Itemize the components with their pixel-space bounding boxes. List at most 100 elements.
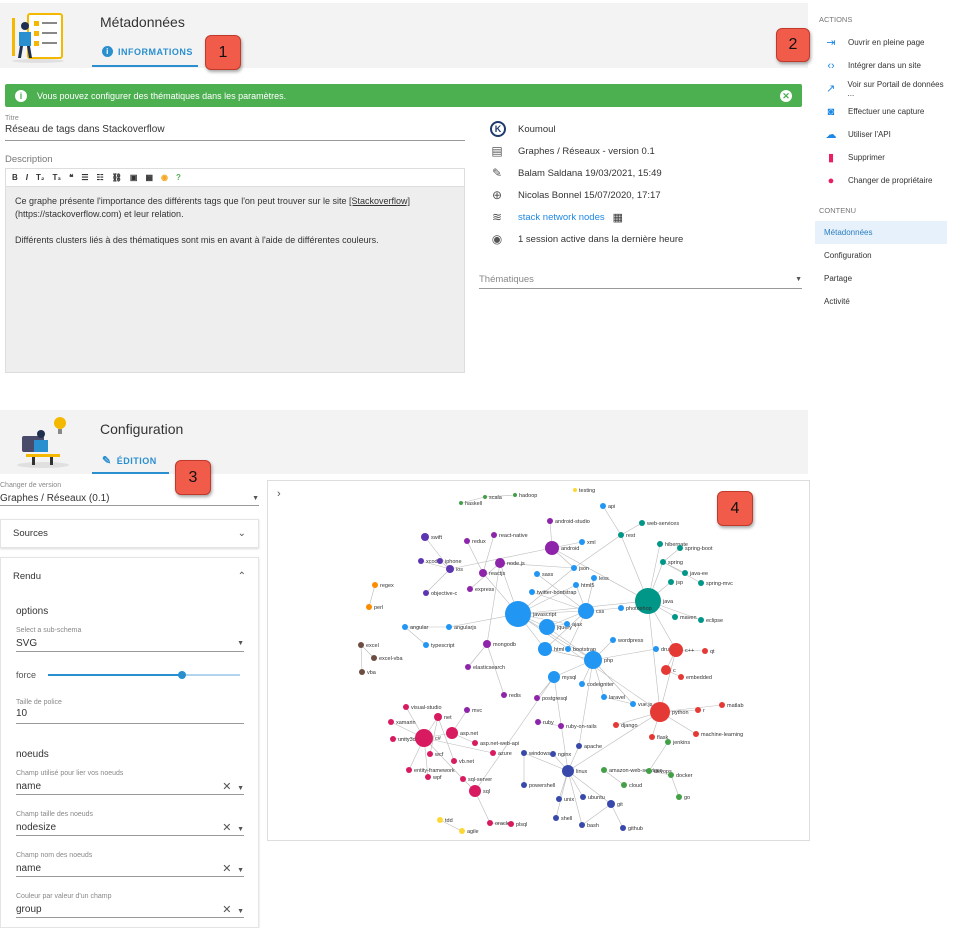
graph-node[interactable]: redux	[464, 538, 486, 545]
graph-node[interactable]: web-services	[639, 520, 679, 527]
graph-node[interactable]: vue.js	[630, 701, 653, 708]
title-input[interactable]: Réseau de tags dans Stackoverflow	[5, 124, 465, 141]
graph-node-circle[interactable]	[553, 815, 559, 821]
graph-node[interactable]: less	[591, 575, 609, 582]
graph-node[interactable]: ajax	[564, 621, 582, 628]
action-0[interactable]: ⇥ Ouvrir en pleine page	[824, 31, 949, 54]
graph-node-circle[interactable]	[406, 767, 412, 773]
graph-node[interactable]: postgresql	[534, 695, 567, 702]
graph-node[interactable]: sass	[534, 571, 554, 578]
action-2[interactable]: ↗ Voir sur Portail de données ...	[824, 77, 949, 100]
tab-informations[interactable]: i INFORMATIONS	[102, 46, 193, 57]
graph-node-circle[interactable]	[427, 751, 433, 757]
graph-node[interactable]: html	[538, 642, 564, 656]
graph-node[interactable]: hadoop	[513, 493, 537, 499]
graph-node[interactable]: twitter-bootstrap	[529, 589, 576, 596]
graph-node-circle[interactable]	[464, 538, 470, 544]
clear-icon[interactable]: ✕	[222, 781, 231, 793]
graph-node-circle[interactable]	[601, 767, 607, 773]
graph-node[interactable]: mvc	[464, 707, 482, 714]
graph-node-circle[interactable]	[359, 669, 365, 675]
graph-node[interactable]: embedded	[678, 674, 712, 681]
graph-node-circle[interactable]	[434, 713, 442, 721]
graph-node-circle[interactable]	[580, 794, 586, 800]
description-editor[interactable]: Ce graphe présente l'importance des diff…	[5, 186, 465, 373]
graph-node-circle[interactable]	[403, 704, 409, 710]
graph-node-circle[interactable]	[490, 750, 496, 756]
clear-icon[interactable]: ✕	[222, 904, 231, 916]
graph-node-circle[interactable]	[487, 820, 493, 826]
graph-node[interactable]: jenkins	[665, 739, 690, 746]
graph-node[interactable]: git	[607, 800, 623, 808]
graph-node[interactable]: laravel	[601, 694, 625, 701]
graph-node-circle[interactable]	[513, 493, 517, 497]
graph-node-circle[interactable]	[547, 518, 553, 524]
graph-node[interactable]: json	[571, 565, 589, 572]
numbered-list-button[interactable]: ☷	[97, 173, 104, 182]
graph-node-circle[interactable]	[665, 739, 671, 745]
graph-node-circle[interactable]	[521, 782, 527, 788]
graph-node[interactable]: mongodb	[483, 640, 516, 648]
graph-node[interactable]: plsql	[508, 821, 527, 828]
graph-node-circle[interactable]	[437, 817, 443, 823]
graph-node[interactable]: apache	[576, 743, 602, 750]
graph-node[interactable]: sql-server	[460, 776, 492, 783]
graph-node-circle[interactable]	[501, 692, 507, 698]
graph-node-circle[interactable]	[464, 707, 470, 713]
graph-node-circle[interactable]	[676, 794, 682, 800]
graph-node[interactable]: tdd	[437, 817, 453, 824]
graph-node[interactable]: wordpress	[610, 637, 644, 644]
graph-node[interactable]: unity3d	[390, 736, 416, 743]
graph-node[interactable]: flask	[649, 734, 669, 741]
graph-node-circle[interactable]	[545, 541, 559, 555]
graph-node-circle[interactable]	[508, 821, 514, 827]
graph-node-circle[interactable]	[660, 559, 666, 565]
graph-node-circle[interactable]	[446, 624, 452, 630]
graph-node-circle[interactable]	[479, 569, 487, 577]
action-1[interactable]: ‹› Intégrer dans un site	[824, 54, 949, 77]
graph-node[interactable]: r	[695, 707, 705, 714]
graph-node-circle[interactable]	[418, 558, 424, 564]
content-menu-item[interactable]: Activité	[815, 290, 947, 313]
graph-node[interactable]: c	[661, 665, 676, 675]
graph-node-circle[interactable]	[668, 579, 674, 585]
table-button[interactable]: ▦	[145, 173, 153, 182]
graph-node-circle[interactable]	[459, 501, 463, 505]
graph-node-circle[interactable]	[483, 495, 487, 499]
graph-node[interactable]: azure	[490, 750, 512, 757]
graph-node[interactable]: qt	[702, 648, 715, 655]
graph-node-circle[interactable]	[584, 651, 602, 669]
graph-node-circle[interactable]	[610, 637, 616, 643]
heading3-button[interactable]: T₃	[52, 173, 61, 182]
graph-node-circle[interactable]	[702, 648, 708, 654]
graph-node[interactable]: agile	[459, 828, 479, 835]
graph-node[interactable]: github	[620, 825, 643, 832]
graph-node-circle[interactable]	[719, 702, 725, 708]
network-graph[interactable]: testing haskell scala hadoop api android-stud…	[268, 481, 809, 840]
graph-node-circle[interactable]	[371, 655, 377, 661]
graph-node-circle[interactable]	[639, 520, 645, 526]
graph-node[interactable]: spring-mvc	[698, 580, 733, 587]
graph-node-circle[interactable]	[446, 565, 454, 573]
action-4[interactable]: ☁ Utiliser l'API	[824, 123, 949, 146]
field-name-select[interactable]: name ✕ ▼	[16, 861, 244, 877]
graph-node-circle[interactable]	[668, 772, 674, 778]
content-menu-item[interactable]: Configuration	[815, 244, 947, 267]
graph-node-circle[interactable]	[437, 558, 443, 564]
graph-node[interactable]: vb.net	[451, 758, 474, 765]
graph-node[interactable]: entity-framework	[406, 767, 455, 774]
graph-node[interactable]: cloud	[621, 782, 642, 789]
graph-node[interactable]: react-native	[491, 532, 528, 539]
graph-node-circle[interactable]	[607, 800, 615, 808]
clear-icon[interactable]: ✕	[222, 822, 231, 834]
graph-node-circle[interactable]	[661, 665, 671, 675]
graph-node-circle[interactable]	[677, 545, 683, 551]
graph-node-circle[interactable]	[621, 782, 627, 788]
graph-node-circle[interactable]	[372, 582, 378, 588]
tab-edition[interactable]: ✎ ÉDITION	[102, 454, 157, 467]
graph-node[interactable]: docker	[668, 772, 693, 779]
heading2-button[interactable]: T₂	[36, 173, 44, 182]
graph-node[interactable]: bash	[579, 822, 599, 829]
graph-node-circle[interactable]	[446, 727, 458, 739]
graph-node[interactable]: maven	[672, 614, 697, 621]
